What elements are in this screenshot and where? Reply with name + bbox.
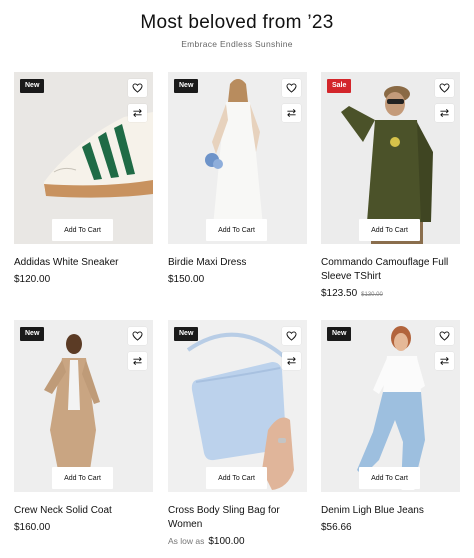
add-to-cart-button[interactable]: Add To Cart xyxy=(52,467,113,489)
compare-arrows-icon xyxy=(287,109,296,117)
wishlist-button[interactable] xyxy=(282,327,301,345)
product-card[interactable]: New Add To Cart Birdie Maxi Dress $150.0… xyxy=(168,72,307,285)
section-title: Most beloved from ’23 xyxy=(140,12,334,33)
add-to-cart-button[interactable]: Add To Cart xyxy=(206,467,267,489)
product-card[interactable]: New Add To Cart Cross Body Sling Bag for… xyxy=(168,320,307,547)
product-image[interactable]: New Add To Cart xyxy=(168,72,307,244)
product-name[interactable]: Crew Neck Solid Coat xyxy=(14,504,153,518)
new-badge: New xyxy=(20,79,45,93)
compare-arrows-icon xyxy=(440,357,449,365)
add-to-cart-button[interactable]: Add To Cart xyxy=(359,219,420,241)
new-badge: New xyxy=(174,79,199,93)
add-to-cart-button[interactable]: Add To Cart xyxy=(359,467,420,489)
wishlist-button[interactable] xyxy=(435,79,454,97)
heart-icon xyxy=(286,83,297,93)
product-card[interactable]: New Add To Cart Crew Neck Solid Coat $16… xyxy=(14,320,153,533)
product-price: $56.66 xyxy=(321,522,460,533)
product-name[interactable]: Birdie Maxi Dress xyxy=(168,256,307,270)
product-price: $123.50 $130.00 xyxy=(321,288,460,299)
heart-icon xyxy=(439,331,450,341)
price-value: $123.50 xyxy=(321,288,358,299)
product-image[interactable]: New Add To Cart xyxy=(168,320,307,492)
add-to-cart-button[interactable]: Add To Cart xyxy=(206,219,267,241)
product-name[interactable]: Cross Body Sling Bag for Women xyxy=(168,504,307,532)
heart-icon xyxy=(439,83,450,93)
product-card[interactable]: New Add To Cart Addidas White Sneaker $1… xyxy=(14,72,153,285)
product-card[interactable]: Sale Add To Cart Commando Camouflage Ful… xyxy=(321,72,460,299)
price-value: $100.00 xyxy=(208,536,245,547)
wishlist-button[interactable] xyxy=(128,327,147,345)
compare-arrows-icon xyxy=(287,357,296,365)
price-value: $56.66 xyxy=(321,522,352,533)
old-price: $130.00 xyxy=(361,292,383,298)
product-image[interactable]: New Add To Cart xyxy=(321,320,460,492)
compare-button[interactable] xyxy=(435,104,454,122)
compare-arrows-icon xyxy=(133,109,142,117)
price-value: $160.00 xyxy=(14,522,51,533)
compare-arrows-icon xyxy=(133,357,142,365)
heart-icon xyxy=(286,331,297,341)
product-image[interactable]: New Add To Cart xyxy=(14,72,153,244)
wishlist-button[interactable] xyxy=(282,79,301,97)
compare-button[interactable] xyxy=(282,104,301,122)
new-badge: New xyxy=(174,327,199,341)
new-badge: New xyxy=(327,327,352,341)
product-image[interactable]: Sale Add To Cart xyxy=(321,72,460,244)
product-price: As low as $100.00 xyxy=(168,536,307,547)
compare-button[interactable] xyxy=(282,352,301,370)
compare-button[interactable] xyxy=(128,104,147,122)
product-price: $160.00 xyxy=(14,522,153,533)
product-name[interactable]: Addidas White Sneaker xyxy=(14,256,153,270)
heart-icon xyxy=(132,83,143,93)
wishlist-button[interactable] xyxy=(435,327,454,345)
price-prefix: As low as xyxy=(168,536,205,546)
product-price: $120.00 xyxy=(14,274,153,285)
price-value: $150.00 xyxy=(168,274,205,285)
product-image[interactable]: New Add To Cart xyxy=(14,320,153,492)
wishlist-button[interactable] xyxy=(128,79,147,97)
product-name[interactable]: Denim Ligh Blue Jeans xyxy=(321,504,460,518)
product-card[interactable]: New Add To Cart Denim Ligh Blue Jeans $5… xyxy=(321,320,460,533)
heart-icon xyxy=(132,331,143,341)
compare-button[interactable] xyxy=(435,352,454,370)
compare-arrows-icon xyxy=(440,109,449,117)
new-badge: New xyxy=(20,327,45,341)
compare-button[interactable] xyxy=(128,352,147,370)
price-value: $120.00 xyxy=(14,274,51,285)
sale-badge: Sale xyxy=(327,79,352,93)
product-name[interactable]: Commando Camouflage Full Sleeve TShirt xyxy=(321,256,460,284)
add-to-cart-button[interactable]: Add To Cart xyxy=(52,219,113,241)
section-subtitle: Embrace Endless Sunshine xyxy=(181,39,293,49)
product-price: $150.00 xyxy=(168,274,307,285)
